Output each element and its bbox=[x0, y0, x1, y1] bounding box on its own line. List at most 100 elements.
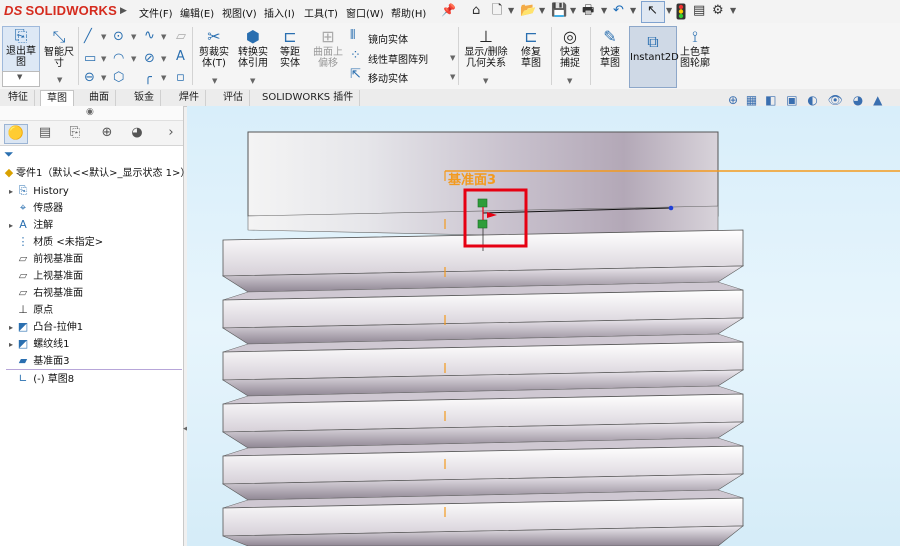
chevron-down-icon[interactable]: ▼ bbox=[161, 55, 166, 63]
arc-icon[interactable]: ◠ bbox=[113, 51, 124, 66]
expand-arrow-icon[interactable]: ▸ bbox=[6, 319, 16, 336]
print-icon[interactable]: 🖶 bbox=[582, 2, 594, 20]
scene-icon[interactable]: ▲ bbox=[873, 93, 882, 107]
chevron-right-icon[interactable]: › bbox=[164, 124, 178, 142]
slot-icon[interactable]: ⊖ bbox=[84, 70, 95, 85]
chevron-down-icon[interactable]: ▼ bbox=[101, 55, 106, 63]
display-style-icon[interactable]: ◐ bbox=[807, 93, 817, 107]
tree-item-material[interactable]: ⋮ 材质 <未指定> bbox=[6, 233, 104, 250]
thread-ridges[interactable] bbox=[222, 205, 745, 546]
chevron-down-icon[interactable]: ▼ bbox=[161, 33, 166, 41]
solidworks-logo[interactable]: DS SOLIDWORKS bbox=[4, 3, 117, 18]
tab-surfaces[interactable]: 曲面 bbox=[83, 90, 116, 106]
quick-snaps-button[interactable]: ◎ 快速捕捉 bbox=[553, 28, 587, 70]
menu-help[interactable]: 帮助(H) bbox=[391, 5, 426, 20]
ellipse-icon[interactable]: ⊘ bbox=[144, 51, 155, 66]
expand-arrow-icon[interactable]: ▸ bbox=[6, 183, 16, 200]
chevron-down-icon[interactable]: ▼ bbox=[730, 2, 736, 20]
filter-icon[interactable]: ⏷ bbox=[4, 147, 14, 162]
mirror-icon[interactable]: ⫴ bbox=[350, 28, 355, 43]
chevron-down-icon[interactable]: ▼ bbox=[666, 2, 672, 20]
section-view-icon[interactable]: ◧ bbox=[765, 93, 776, 107]
tree-root[interactable]: ◆ 零件1（默认<<默认>_显示状态 1>） bbox=[2, 164, 191, 181]
panel-pin-icon[interactable]: ◉ bbox=[86, 107, 94, 117]
appearance-icon[interactable]: ◕ bbox=[853, 93, 863, 107]
fillet-icon[interactable]: ╭ bbox=[144, 70, 152, 85]
plane-label[interactable]: 基准面3 bbox=[448, 169, 496, 188]
chevron-down-icon[interactable]: ▼ bbox=[250, 77, 255, 85]
horizontal-relation-icon[interactable] bbox=[477, 198, 488, 208]
pin-icon[interactable]: 📌 bbox=[441, 3, 456, 17]
text-icon[interactable]: A bbox=[176, 49, 185, 64]
property-manager-tab-icon[interactable]: ▤ bbox=[34, 124, 56, 142]
exit-sketch-dropdown[interactable]: ▼ bbox=[2, 71, 40, 87]
chevron-down-icon[interactable]: ▼ bbox=[483, 77, 488, 85]
instant2d-button[interactable]: ⧉ Instant2D bbox=[629, 26, 679, 88]
smart-dimension-button[interactable]: ⤡ 智能尺寸 bbox=[40, 28, 78, 70]
rectangle-icon[interactable]: ▭ bbox=[84, 51, 96, 66]
linear-pattern-label[interactable]: 线性草图阵列 bbox=[368, 51, 428, 66]
rapid-sketch-button[interactable]: ✎ 快速草图 bbox=[592, 28, 628, 70]
plane-sketch-icon[interactable]: ▱ bbox=[176, 29, 186, 44]
file-properties-icon[interactable]: ▤ bbox=[693, 2, 705, 20]
options-gear-icon[interactable]: ⚙ bbox=[712, 2, 724, 20]
sketch-endpoint[interactable] bbox=[668, 205, 674, 211]
move-entities-label[interactable]: 移动实体 bbox=[368, 70, 408, 85]
tree-item-origin[interactable]: ⊥ 原点 bbox=[6, 301, 53, 318]
move-entities-icon[interactable]: ⇱ bbox=[350, 67, 361, 82]
tab-sketch[interactable]: 草图 bbox=[40, 90, 74, 107]
model-graphics[interactable] bbox=[187, 106, 900, 546]
tab-weldments[interactable]: 焊件 bbox=[173, 90, 206, 106]
display-delete-relations-button[interactable]: ⊥ 显示/删除几何关系 bbox=[461, 28, 511, 70]
offset-on-surface-button[interactable]: ⊞ 曲面上偏移 bbox=[308, 28, 348, 70]
tree-item-sketch8[interactable]: ∟ (-) 草图8 bbox=[6, 369, 182, 387]
menu-window[interactable]: 窗口(W) bbox=[346, 5, 384, 20]
chevron-down-icon[interactable]: ▼ bbox=[57, 76, 62, 84]
undo-icon[interactable]: ↶ bbox=[613, 2, 624, 20]
tab-features[interactable]: 特征 bbox=[2, 90, 35, 106]
tree-item-annotations[interactable]: ▸ A 注解 bbox=[6, 216, 53, 233]
expand-arrow-icon[interactable]: ▸ bbox=[6, 336, 16, 353]
feature-manager-tab-icon[interactable]: 🟡 bbox=[4, 124, 28, 144]
chevron-down-icon[interactable]: ▼ bbox=[450, 73, 455, 81]
chevron-down-icon[interactable]: ▼ bbox=[212, 77, 217, 85]
mirror-entities-label[interactable]: 镜向实体 bbox=[368, 31, 408, 46]
tree-item-plane3[interactable]: ▰ 基准面3 bbox=[6, 352, 70, 369]
select-button[interactable]: ↖ bbox=[641, 1, 665, 23]
chevron-down-icon[interactable]: ▼ bbox=[601, 2, 607, 20]
zoom-to-fit-icon[interactable]: ⊕ bbox=[728, 93, 738, 107]
graphics-viewport[interactable]: 基准面3 bbox=[187, 106, 900, 546]
chevron-down-icon[interactable]: ▼ bbox=[570, 2, 576, 20]
chevron-down-icon[interactable]: ▼ bbox=[539, 2, 545, 20]
zoom-area-icon[interactable]: ▦ bbox=[746, 93, 757, 107]
tab-evaluate[interactable]: 评估 bbox=[217, 90, 250, 106]
tab-sheet-metal[interactable]: 钣金 bbox=[128, 90, 161, 106]
display-manager-tab-icon[interactable]: ◕ bbox=[126, 124, 148, 142]
repair-sketch-button[interactable]: ⊏ 修复草图 bbox=[512, 28, 550, 70]
chevron-down-icon[interactable]: ▼ bbox=[567, 77, 572, 85]
spline-icon[interactable]: ∿ bbox=[144, 28, 155, 43]
point-icon[interactable]: ▫ bbox=[176, 70, 185, 85]
convert-entities-button[interactable]: ⬢ 转换实体引用 bbox=[233, 28, 273, 70]
configuration-manager-tab-icon[interactable]: ⎘ bbox=[64, 124, 86, 142]
view-orientation-icon[interactable]: ▣ bbox=[786, 93, 797, 107]
menu-file[interactable]: 文件(F) bbox=[139, 5, 173, 20]
chevron-down-icon[interactable]: ▼ bbox=[450, 54, 455, 62]
tree-item-thread[interactable]: ▸ ◩ 螺纹线1 bbox=[6, 335, 70, 352]
exit-sketch-button[interactable]: ⎘ 退出草图 bbox=[2, 26, 40, 72]
dimxpert-tab-icon[interactable]: ⊕ bbox=[96, 124, 118, 142]
coincident-relation-icon[interactable] bbox=[477, 219, 488, 229]
tree-item-front-plane[interactable]: ▱ 前视基准面 bbox=[6, 250, 83, 267]
chevron-down-icon[interactable]: ▼ bbox=[161, 74, 166, 82]
linear-pattern-icon[interactable]: ⁘ bbox=[350, 48, 361, 63]
shaded-sketch-contours-button[interactable]: ⟟ 上色草图轮廓 bbox=[677, 28, 713, 70]
new-document-icon[interactable]: 🗋 bbox=[492, 2, 502, 20]
tab-solidworks-addins[interactable]: SOLIDWORKS 插件 bbox=[256, 90, 361, 106]
menu-insert[interactable]: 插入(I) bbox=[264, 5, 295, 20]
circle-icon[interactable]: ⊙ bbox=[113, 29, 124, 44]
trim-entities-button[interactable]: ✂ 剪裁实体(T) bbox=[195, 28, 233, 70]
offset-entities-button[interactable]: ⊏ 等距实体 bbox=[273, 28, 307, 70]
hide-show-icon[interactable]: 👁 bbox=[828, 93, 843, 107]
chevron-down-icon[interactable]: ▼ bbox=[131, 55, 136, 63]
rebuild-traffic-light-icon[interactable] bbox=[676, 3, 686, 20]
